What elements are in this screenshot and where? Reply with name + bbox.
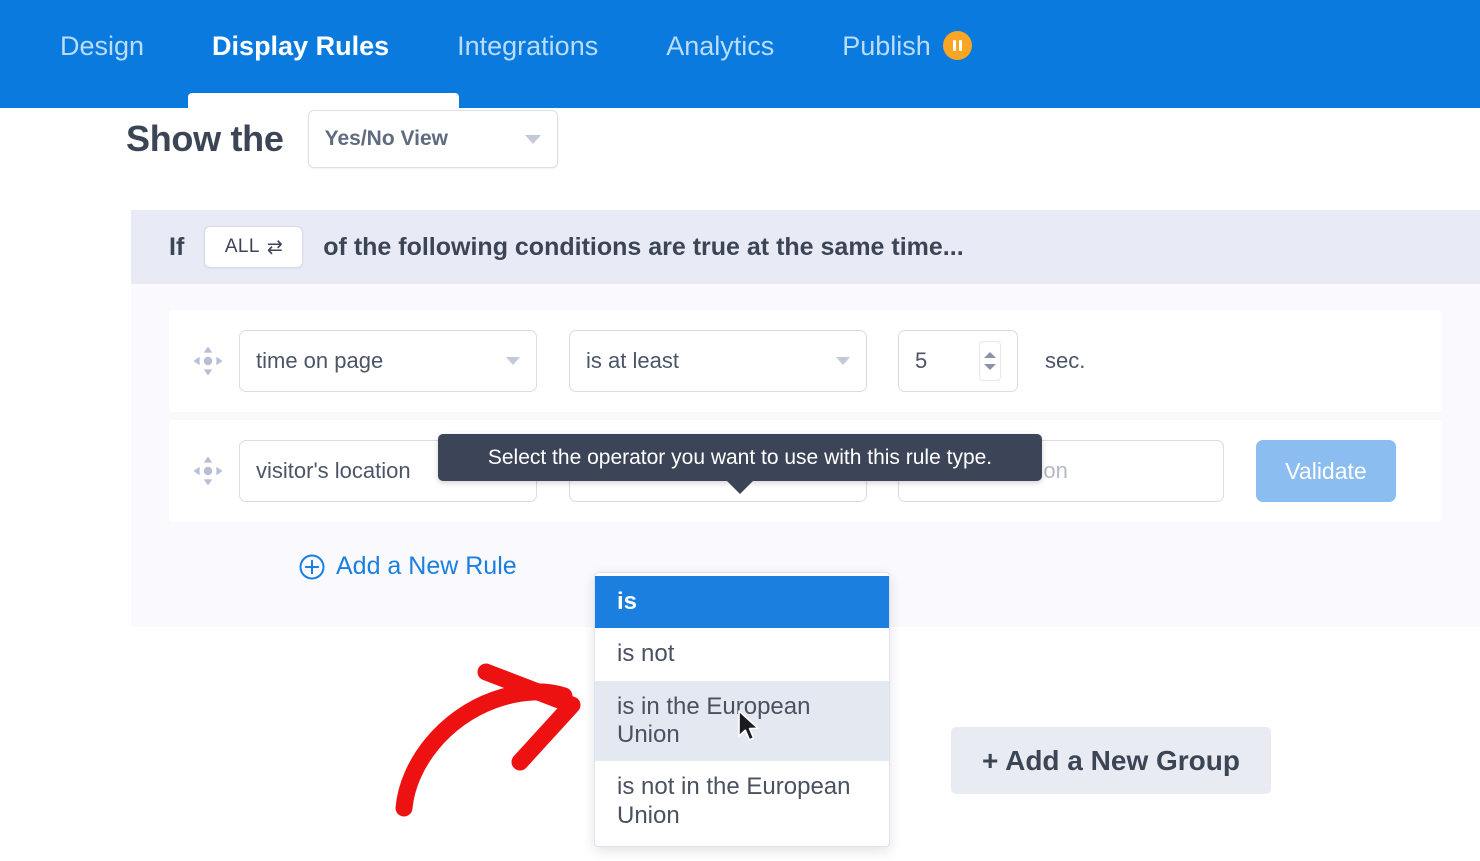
rule-operator-select[interactable]: is at least (569, 330, 867, 392)
nav-items: Design Display Rules Integrations Analyt… (0, 0, 1006, 93)
move-icon[interactable] (191, 454, 225, 488)
app-root: Design Display Rules Integrations Analyt… (0, 0, 1480, 861)
nav-tab-integrations[interactable]: Integrations (423, 0, 632, 93)
add-new-rule-link[interactable]: Add a New Rule (299, 552, 517, 581)
move-icon[interactable] (191, 344, 225, 378)
operator-dropdown-menu: is is not is in the European Union is no… (594, 572, 890, 847)
view-select-value: Yes/No View (324, 127, 448, 150)
active-tab-indicator (188, 93, 459, 109)
pause-icon (942, 31, 972, 61)
show-the-row: Show the Yes/No View (126, 110, 558, 168)
dropdown-option-is-not-in-eu[interactable]: is not in the European Union (595, 761, 889, 842)
add-new-rule-label: Add a New Rule (336, 552, 517, 580)
conditions-bar: If ALL ⇄ of the following conditions are… (131, 210, 1480, 284)
swap-icon: ⇄ (266, 236, 283, 258)
view-select[interactable]: Yes/No View (307, 110, 558, 168)
dropdown-option-is-in-eu[interactable]: is in the European Union (595, 680, 889, 762)
operator-tooltip-text: Select the operator you want to use with… (487, 445, 993, 469)
quantity-stepper[interactable] (979, 341, 1001, 381)
all-any-toggle-button[interactable]: ALL ⇄ (204, 226, 304, 268)
add-new-group-button[interactable]: + Add a New Group (951, 727, 1271, 794)
nav-tab-publish-label: Publish (842, 31, 931, 61)
nav-tab-display-rules[interactable]: Display Rules (178, 0, 423, 93)
chevron-down-icon (836, 357, 850, 365)
rule-operator-value: is at least (586, 348, 679, 373)
nav-tab-publish[interactable]: Publish (808, 0, 1006, 93)
nav-tab-design[interactable]: Design (26, 0, 178, 93)
nav-tab-analytics[interactable]: Analytics (632, 0, 808, 93)
nav-tab-analytics-label: Analytics (666, 31, 775, 61)
conditions-if-label: If (169, 232, 185, 261)
chevron-down-icon (506, 357, 520, 365)
chevron-down-icon (524, 134, 541, 144)
all-any-toggle-label: ALL (224, 236, 260, 257)
rule-type-value: time on page (256, 348, 384, 373)
chevron-up-icon[interactable] (984, 352, 996, 358)
rule-row: time on page is at least 5 sec. (169, 310, 1442, 412)
nav-tab-display-rules-label: Display Rules (212, 31, 390, 61)
rule-value-unit: sec. (1045, 348, 1086, 373)
conditions-description: of the following conditions are true at … (323, 232, 964, 261)
rule-value-number: 5 (915, 348, 928, 373)
rule-value-input[interactable]: 5 (898, 330, 1018, 392)
rule-type-select[interactable]: time on page (239, 330, 537, 392)
nav-tab-design-label: Design (60, 31, 145, 61)
top-navigation-bar: Design Display Rules Integrations Analyt… (0, 0, 1480, 109)
nav-tab-integrations-label: Integrations (457, 31, 599, 61)
show-the-label: Show the (126, 118, 284, 159)
plus-circle-icon (299, 554, 325, 579)
chevron-down-icon[interactable] (984, 364, 996, 370)
dropdown-option-is[interactable]: is (595, 576, 889, 629)
operator-tooltip: Select the operator you want to use with… (438, 434, 1042, 494)
display-rules-panel: If ALL ⇄ of the following conditions are… (131, 210, 1480, 627)
validate-button[interactable]: Validate (1256, 440, 1396, 502)
annotation-arrow-icon (395, 663, 581, 817)
dropdown-option-is-not[interactable]: is not (595, 628, 889, 680)
